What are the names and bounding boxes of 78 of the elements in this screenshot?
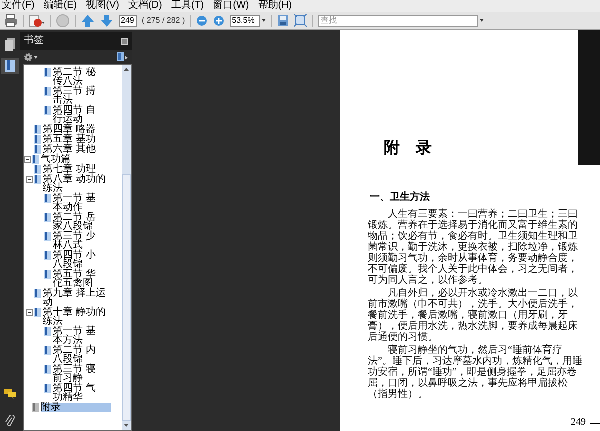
caret-icon [34,56,38,58]
bookmark-item[interactable]: 第五节 华佗五禽图 [53,270,101,288]
page-count: ( 275 / 282 ) [142,14,186,26]
section-heading: 一、卫生方法 [370,192,430,203]
menu-item[interactable]: 视图(V) [86,1,120,11]
bookmark-item[interactable]: 第二节 内八段锦 [53,346,101,364]
paperclip-icon[interactable] [5,415,15,427]
zoom-out-icon[interactable] [196,14,208,26]
bookmark-icon [44,250,51,260]
pages-icon [5,38,15,50]
up-arrow-icon[interactable] [81,14,95,28]
bookmark-icon [44,106,51,114]
page-title: 附 录 [384,140,438,158]
comments-icon[interactable] [4,389,16,399]
bookmarks-tab[interactable] [1,58,19,74]
menu-item[interactable]: 编辑(E) [44,1,78,11]
scrollbar[interactable] [122,65,131,430]
bookmark-icon [44,346,51,354]
panel-title: 书签 [24,36,44,46]
caret-icon[interactable] [480,19,484,22]
zoom-in-icon[interactable] [213,14,226,26]
bookmark-item[interactable]: 第四节 小八段锦 [53,250,101,268]
scroll-down-icon[interactable] [124,424,129,427]
bookmark-icon [44,384,51,392]
options-button[interactable] [121,38,128,44]
bookmark-item[interactable]: 气功篇 [41,154,111,164]
bookmark-icon [44,212,51,222]
paragraph: 人生有三要素：一曰营养；二曰卫生；三曰锻炼。营养在于选择易于消化而又富于维生素的物品；饮必有节，食必有时。卫生须知生理和卫菌常识，勤于洗沐，更换衣被，扫除垃净，锻炼则须勤习气功，余时从事体育，务要动静合度，不可偏废。我个人关于此中体会，习之无间者，可为同人言之，以作参考。 [368,209,579,286]
bookmark-icon [44,86,51,96]
collapse-icon[interactable] [24,156,31,162]
bookmark-icon [34,308,41,316]
gear-icon [24,52,33,62]
bookmark-item[interactable]: 第三节 寝前习静 [53,364,101,382]
bookmark-item[interactable]: 第一节 基本动作 [53,194,101,212]
document-dropdown-icon[interactable] [29,14,45,28]
bookmark-item[interactable]: 第一节 基本方法 [53,326,101,344]
bookmark-item[interactable]: 第十章 静功的练法 [43,308,106,326]
menu-item[interactable]: 帮助(H) [258,1,292,11]
bookmark-item[interactable]: 第四节 自行运动 [53,106,101,124]
search-field[interactable]: 查找 [318,14,478,26]
bookmark-icon [44,68,51,76]
scroll-thumb[interactable] [122,174,131,421]
new-bookmark-icon[interactable] [117,52,128,62]
bookmark-icon [5,60,15,72]
paragraph: 凡自外归，必以开水或冷水漱出一二口，以前市漱嘴（巾不可共），洗手。大小便后洗手，餐前洗手，餐后漱嘴，寝前漱口（用牙刷，牙膏），便后用水洗，热水洗脚，要养成每晨起床后通便的习惯。 [368,288,579,343]
save-icon[interactable] [277,14,290,27]
bookmark-icon [44,270,51,278]
bookmark-icon [32,402,39,412]
bookmark-item[interactable]: 第四节 气功精华 [53,384,101,402]
collapse-icon[interactable] [26,308,33,316]
bookmark-icon [44,232,51,240]
bookmark-item[interactable]: 第四章 略器 [43,124,106,134]
scroll-up-icon[interactable] [124,68,129,71]
page-number: 249 [571,418,586,428]
fit-page-icon[interactable] [294,14,308,27]
bookmark-icon [44,326,51,336]
collapse-icon[interactable] [26,176,33,182]
bookmark-item[interactable]: 第三节 少林八式 [53,232,101,250]
bookmark-item[interactable]: 第七章 功理 [43,164,106,174]
bookmark-item[interactable]: 第九章 择上运动 [43,288,106,306]
gear-menu-button[interactable] [24,52,38,62]
menu-item[interactable]: 工具(T) [171,1,204,11]
bookmark-icon [34,288,41,298]
bookmark-item[interactable]: 附录 [41,402,111,412]
print-icon[interactable] [4,14,18,28]
down-arrow-icon[interactable] [100,14,114,28]
bookmark-item[interactable]: 第八章 动功的练法 [43,174,106,192]
paragraph: 寝前习静坐的气功，然后习“睡前体育疗法”。睡下后，习达摩墓水内功，炼精化气，用睡功安宿，所谓“睡功”，即是侧身握拳，足屈亦卷屈，口闭，以鼻呼吸之法，事先应将甲扁拔松（指男性）。 [368,345,584,400]
zoom-field[interactable]: 53.5% [230,14,260,26]
bookmark-item[interactable]: 第三节 搏击法 [53,86,101,104]
bookmark-icon [44,364,51,374]
bookmark-item[interactable]: 第五章 基功 [43,134,106,144]
bookmark-icon [44,194,51,202]
bookmark-item[interactable]: 第二节 岳家八段锦 [53,212,101,230]
bookmark-item[interactable]: 第二节 秘传八法 [53,68,101,86]
bookmark-item[interactable]: 第六章 其他 [43,144,106,154]
caret-icon[interactable] [262,19,266,22]
page-number-field[interactable]: 249 [119,14,137,26]
